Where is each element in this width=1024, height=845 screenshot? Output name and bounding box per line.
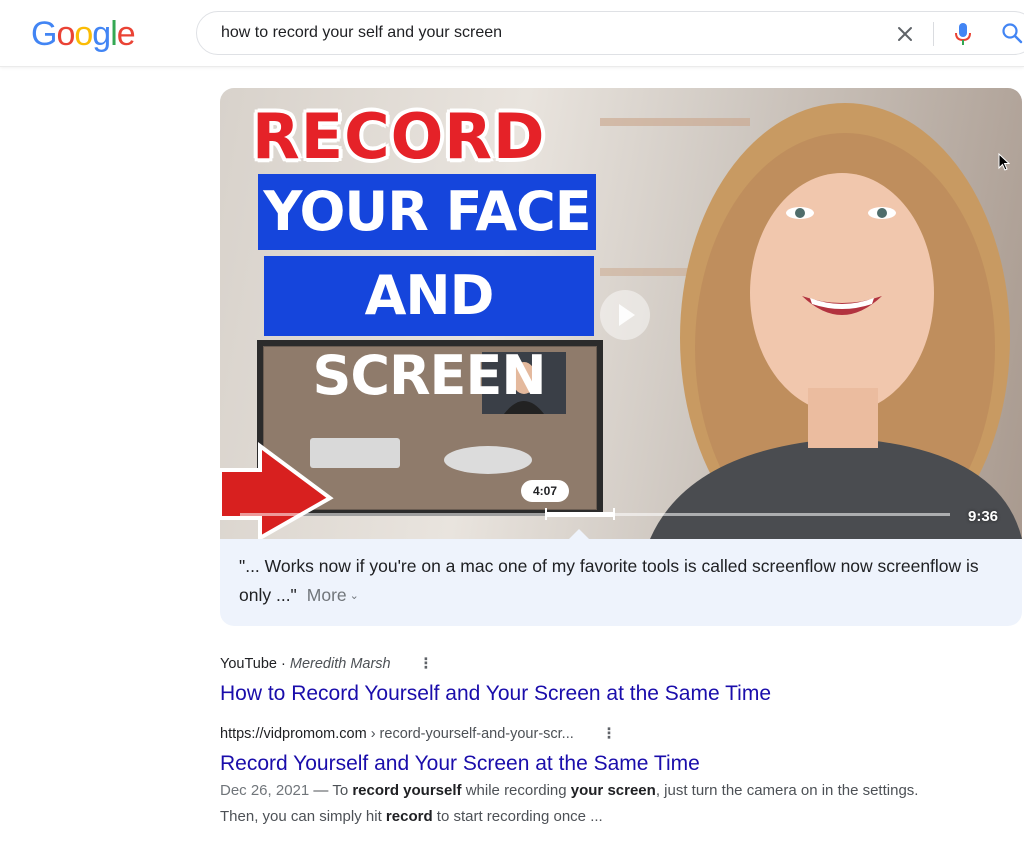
result-title-link[interactable]: Record Yourself and Your Screen at the S… [220, 750, 960, 778]
clear-search-button[interactable] [894, 23, 916, 45]
snippet-pointer [569, 529, 589, 539]
thumbnail-text-your-face: YOUR FACE [258, 174, 596, 250]
source-separator: · [276, 656, 290, 672]
result-date: Dec 26, 2021 [220, 782, 310, 799]
desc-highlight: record [385, 808, 433, 825]
logo-letter: G [31, 15, 57, 53]
more-button[interactable]: More ⌄ [307, 585, 359, 605]
key-moment-end-tick [613, 508, 615, 520]
logo-letter: o [74, 15, 93, 53]
voice-search-button[interactable] [951, 21, 975, 47]
microphone-icon [955, 23, 971, 45]
search-divider [933, 22, 934, 46]
more-label: More [306, 585, 347, 605]
google-logo-letters: Google [31, 14, 136, 54]
featured-video-card: RECORD YOUR FACE AND SCREEN 4:07 9:36 ".… [220, 88, 1022, 626]
date-dash: — [309, 782, 333, 799]
chevron-down-icon: ⌄ [349, 590, 359, 602]
transcript-snippet: "... Works now if you're on a mac one of… [239, 552, 999, 613]
key-moment-segment[interactable] [546, 512, 614, 517]
search-box[interactable]: how to record your self and your screen [196, 11, 1024, 55]
result-title-link[interactable]: How to Record Yourself and Your Screen a… [220, 680, 771, 708]
thumbnail-text-record: RECORD [252, 100, 546, 173]
close-icon [898, 27, 912, 41]
result-source-site: YouTube [220, 656, 277, 672]
search-result-youtube: YouTube · Meredith Marsh ⋮ How to Record… [220, 654, 771, 708]
top-bar: Google how to record your self and your … [0, 0, 1024, 67]
search-icon [1002, 23, 1023, 44]
thumbnail-text-and-screen: AND SCREEN [264, 256, 594, 407]
key-moment-start-tick [545, 508, 547, 520]
desc-highlight: record yourself [352, 782, 462, 799]
google-logo[interactable]: Google [31, 14, 136, 54]
logo-letter: g [92, 15, 111, 53]
result-description: Dec 26, 2021 — To record yourself while … [220, 778, 960, 830]
play-button[interactable] [600, 290, 650, 340]
result-url-base: https://vidpromom.com [220, 726, 367, 742]
search-result-vidpromom: https://vidpromom.com › record-yourself-… [220, 724, 960, 830]
result-author: Meredith Marsh [289, 656, 391, 672]
desc-text: to start recording once ... [432, 808, 603, 825]
result-source: YouTube · Meredith Marsh ⋮ [220, 654, 771, 674]
more-options-icon[interactable]: ⋮ [419, 654, 434, 674]
desc-highlight: your screen [570, 782, 656, 799]
video-duration: 9:36 [968, 508, 999, 525]
key-moment-timestamp[interactable]: 4:07 [521, 480, 569, 502]
result-url-path: › record-yourself-and-your-scr... [366, 726, 574, 742]
video-thumbnail[interactable]: RECORD YOUR FACE AND SCREEN 4:07 9:36 [220, 88, 1022, 539]
desc-text: To [332, 782, 353, 799]
logo-letter: o [56, 15, 75, 53]
search-button[interactable] [1001, 22, 1024, 46]
result-url[interactable]: https://vidpromom.com › record-yourself-… [220, 724, 960, 744]
mouse-cursor-icon [998, 153, 1010, 171]
more-options-icon[interactable]: ⋮ [602, 724, 617, 744]
search-input[interactable]: how to record your self and your screen [221, 12, 502, 56]
desc-text: while recording [461, 782, 571, 799]
logo-letter: e [116, 15, 136, 53]
